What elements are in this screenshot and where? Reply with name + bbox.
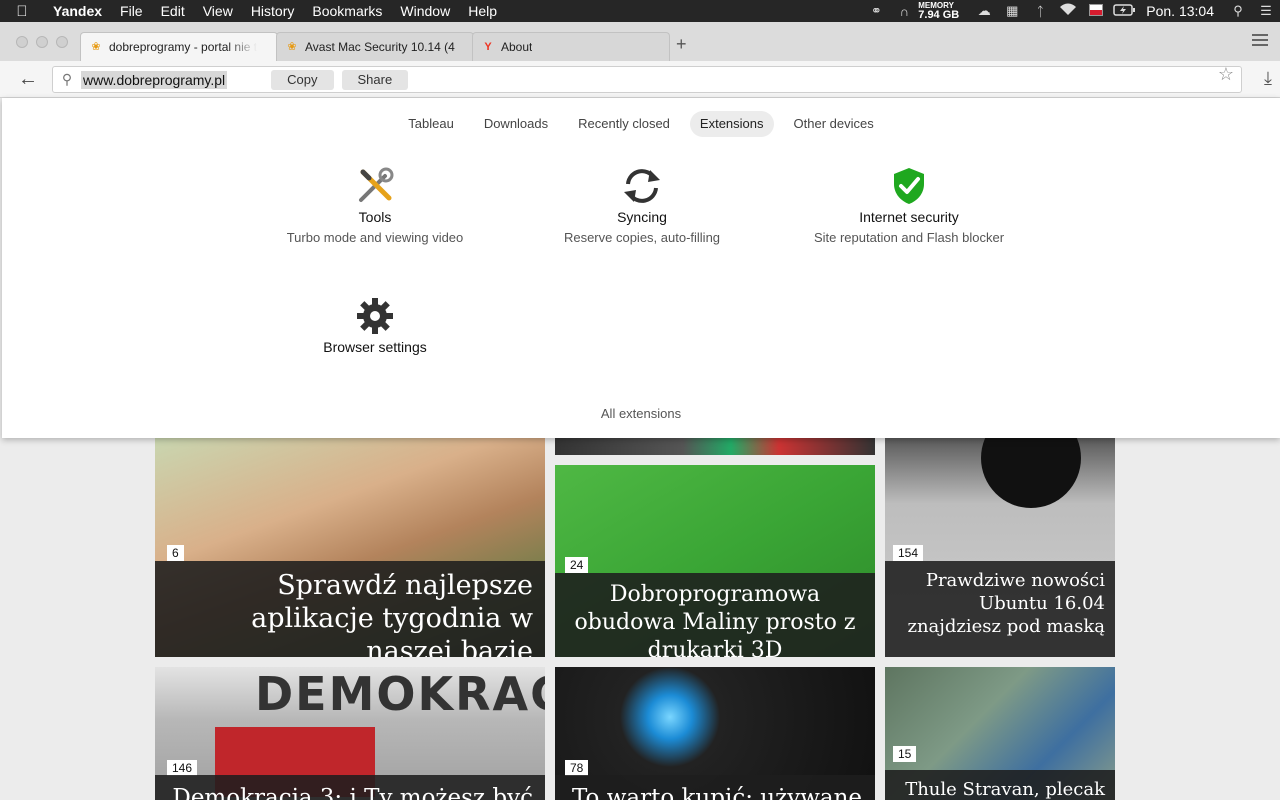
url-text[interactable]: www.dobreprogramy.pl xyxy=(81,70,228,89)
menu-view[interactable]: View xyxy=(194,0,242,22)
extension-name: Tools xyxy=(358,209,392,225)
window-controls xyxy=(16,36,68,48)
extension-browser-settings[interactable]: Browser settings xyxy=(245,294,505,355)
menu-bookmarks[interactable]: Bookmarks xyxy=(303,0,391,22)
comment-count-badge: 78 xyxy=(565,760,589,776)
extension-name: Syncing xyxy=(617,209,667,225)
tab-title: About xyxy=(501,40,533,54)
extension-description: Site reputation and Flash blocker xyxy=(813,230,1005,245)
address-bar-row: ← ⚲ www.dobreprogramy.pl Copy Share ☆ ⤓ xyxy=(0,61,1280,98)
tab-about[interactable]: Y About xyxy=(472,32,670,61)
article-card[interactable]: DEMOKRACJA 146 Demokracja 3: i Ty możesz… xyxy=(155,667,545,800)
extension-name: Browser settings xyxy=(323,339,427,355)
memory-indicator[interactable]: MEMORY 7.94 GB xyxy=(918,1,970,21)
menu-file[interactable]: File xyxy=(111,0,152,22)
sync-icon xyxy=(512,164,772,208)
comment-count-badge: 15 xyxy=(893,746,917,762)
tab-avast[interactable]: ❀ Avast Mac Security 10.14 (4 xyxy=(276,32,474,61)
system-menubar:  Yandex File Edit View History Bookmark… xyxy=(0,0,1280,22)
battery-icon[interactable] xyxy=(1110,3,1138,19)
comment-count-badge: 146 xyxy=(167,760,198,776)
new-tab-plus-icon[interactable]: + xyxy=(676,34,687,55)
article-image xyxy=(555,438,875,455)
panel-tab-recently-closed[interactable]: Recently closed xyxy=(568,111,680,137)
menu-edit[interactable]: Edit xyxy=(152,0,194,22)
extension-syncing[interactable]: Syncing Reserve copies, auto-filling xyxy=(512,164,772,245)
article-title: Prawdziwe nowości Ubuntu 16.04 znajdzies… xyxy=(885,561,1115,657)
comment-count-badge: 6 xyxy=(167,545,184,561)
tab-dobreprogramy[interactable]: ❀ dobreprogramy - portal nie t xyxy=(80,32,278,61)
language-flag-icon[interactable] xyxy=(1082,3,1110,19)
article-card[interactable]: 78 To warto kupić: używane xyxy=(555,667,875,800)
article-card[interactable]: 154 Prawdziwe nowości Ubuntu 16.04 znajd… xyxy=(885,438,1115,657)
article-title: Sprawdź najlepsze aplikacje tygodnia w n… xyxy=(155,561,545,657)
panel-tabs: Tableau Downloads Recently closed Extens… xyxy=(2,111,1280,137)
dobreprogramy-favicon-icon: ❀ xyxy=(287,41,297,53)
zoom-window-button[interactable] xyxy=(56,36,68,48)
panel-tab-downloads[interactable]: Downloads xyxy=(474,111,558,137)
article-title: Dobroprogramowa obudowa Maliny prosto z … xyxy=(555,573,875,657)
extension-name: Internet security xyxy=(859,209,959,225)
menubar-status-area: ⚭ ∩ MEMORY 7.94 GB ☁ ▦ ᛏ Pon. 13:04 ⚲ ☰ xyxy=(862,0,1280,22)
shield-icon xyxy=(779,164,1039,208)
omnibox[interactable]: ⚲ www.dobreprogramy.pl Copy Share xyxy=(52,66,1242,93)
spotlight-search-icon[interactable]: ⚲ xyxy=(1224,3,1252,19)
battery-status-icon[interactable]: ▦ xyxy=(998,3,1026,19)
comment-count-badge: 154 xyxy=(893,545,924,561)
panel-tab-extensions[interactable]: Extensions xyxy=(689,111,774,137)
apple-icon[interactable]:  xyxy=(0,3,44,20)
comment-count-badge: 24 xyxy=(565,557,589,573)
alfred-icon[interactable]: ∩ xyxy=(890,4,918,19)
article-title: Demokracja 3: i Ty możesz być xyxy=(155,775,545,800)
menu-window[interactable]: Window xyxy=(391,0,459,22)
share-button[interactable]: Share xyxy=(341,69,409,90)
menu-yandex[interactable]: Yandex xyxy=(44,0,111,22)
article-title: Thule Stravan, plecak xyxy=(885,770,1115,800)
yandex-favicon-icon: Y xyxy=(484,41,492,53)
article-card[interactable]: 15 Thule Stravan, plecak xyxy=(885,667,1115,800)
menu-history[interactable]: History xyxy=(242,0,304,22)
tools-icon xyxy=(245,164,505,208)
extension-tools[interactable]: Tools Turbo mode and viewing video xyxy=(245,164,505,245)
tab-title: dobreprogramy - portal nie t xyxy=(109,40,258,54)
cloud-sync-icon[interactable]: ☁ xyxy=(970,3,998,19)
dobreprogramy-favicon-icon: ❀ xyxy=(91,41,101,53)
bluetooth-icon[interactable]: ᛏ xyxy=(1026,4,1054,19)
memory-value: 7.94 GB xyxy=(918,9,960,21)
search-icon: ⚲ xyxy=(61,71,73,87)
panel-tab-other-devices[interactable]: Other devices xyxy=(784,111,884,137)
article-card[interactable] xyxy=(555,438,875,455)
tab-strip: ❀ dobreprogramy - portal nie t ❀ Avast M… xyxy=(0,22,1280,61)
tableau-dropdown-panel: Tableau Downloads Recently closed Extens… xyxy=(2,98,1280,438)
browser-menu-icon[interactable] xyxy=(1252,34,1268,49)
tab-title: Avast Mac Security 10.14 (4 xyxy=(305,40,455,54)
close-window-button[interactable] xyxy=(16,36,28,48)
article-card[interactable]: 24 Dobroprogramowa obudowa Maliny prosto… xyxy=(555,465,875,657)
article-card[interactable]: 6 Sprawdź najlepsze aplikacje tygodnia w… xyxy=(155,438,545,657)
panel-tab-tableau[interactable]: Tableau xyxy=(398,111,464,137)
extension-internet-security[interactable]: Internet security Site reputation and Fl… xyxy=(779,164,1039,245)
article-image-logo: DEMOKRACJA xyxy=(255,667,545,721)
menu-help[interactable]: Help xyxy=(459,0,506,22)
page-content: 6 Sprawdź najlepsze aplikacje tygodnia w… xyxy=(0,438,1280,800)
downloads-icon[interactable]: ⤓ xyxy=(1264,68,1272,89)
gear-icon xyxy=(245,294,505,338)
copy-button[interactable]: Copy xyxy=(271,69,334,90)
clock[interactable]: Pon. 13:04 xyxy=(1138,3,1224,19)
wifi-icon[interactable] xyxy=(1054,3,1082,19)
all-extensions-link[interactable]: All extensions xyxy=(2,406,1280,421)
article-title: To warto kupić: używane xyxy=(555,775,875,800)
minimize-window-button[interactable] xyxy=(36,36,48,48)
notification-center-icon[interactable]: ☰ xyxy=(1252,3,1280,19)
extension-description: Reserve copies, auto-filling xyxy=(563,230,721,245)
bookmark-star-icon[interactable]: ☆ xyxy=(1218,64,1234,85)
creative-cloud-icon[interactable]: ⚭ xyxy=(862,3,890,19)
back-arrow-icon[interactable]: ← xyxy=(18,68,38,91)
extension-description: Turbo mode and viewing video xyxy=(286,230,464,245)
